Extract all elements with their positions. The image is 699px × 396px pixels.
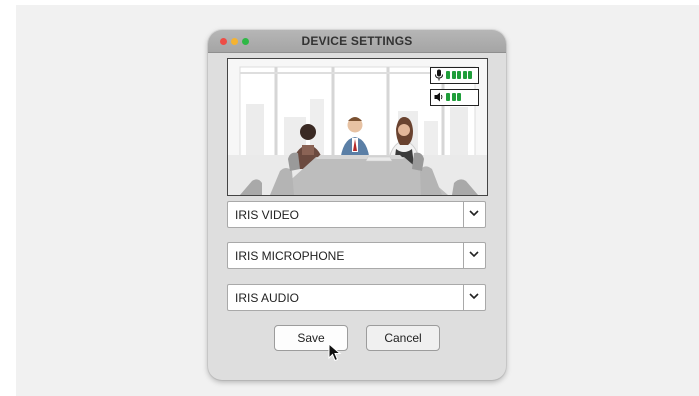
- video-preview: [227, 58, 488, 196]
- video-device-dropdown-button[interactable]: [463, 202, 485, 227]
- microphone-level-bar: [446, 71, 450, 79]
- audio-device-dropdown-button[interactable]: [463, 285, 485, 310]
- title-bar[interactable]: DEVICE SETTINGS: [208, 30, 506, 53]
- microphone-icon: [435, 69, 443, 81]
- microphone-device-value: IRIS MICROPHONE: [235, 249, 345, 263]
- speaker-icon: [434, 92, 443, 102]
- microphone-level-bar: [468, 71, 472, 79]
- chevron-down-icon: [469, 210, 479, 217]
- microphone-level-bar: [451, 71, 456, 79]
- microphone-level-meter: [430, 67, 479, 84]
- device-settings-window: DEVICE SETTINGS IRIS VIDEO IRIS MICROPHO…: [208, 30, 506, 380]
- window-title: DEVICE SETTINGS: [301, 34, 413, 48]
- video-device-select[interactable]: IRIS VIDEO: [227, 201, 486, 228]
- chevron-down-icon: [469, 293, 479, 300]
- speaker-level-bar: [451, 93, 456, 101]
- audio-device-value: IRIS AUDIO: [235, 291, 300, 305]
- audio-device-select[interactable]: IRIS AUDIO: [227, 284, 486, 311]
- microphone-level-bar: [457, 71, 461, 79]
- cancel-button[interactable]: Cancel: [366, 325, 440, 351]
- mouse-pointer-icon: [328, 343, 342, 362]
- speaker-level-bar: [457, 93, 461, 101]
- microphone-device-select[interactable]: IRIS MICROPHONE: [227, 242, 486, 269]
- microphone-device-dropdown-button[interactable]: [463, 243, 485, 268]
- microphone-level-bar: [462, 71, 467, 79]
- video-device-value: IRIS VIDEO: [235, 208, 300, 222]
- speaker-level-meter: [430, 89, 479, 106]
- speaker-level-bar: [446, 93, 450, 101]
- chevron-down-icon: [469, 251, 479, 258]
